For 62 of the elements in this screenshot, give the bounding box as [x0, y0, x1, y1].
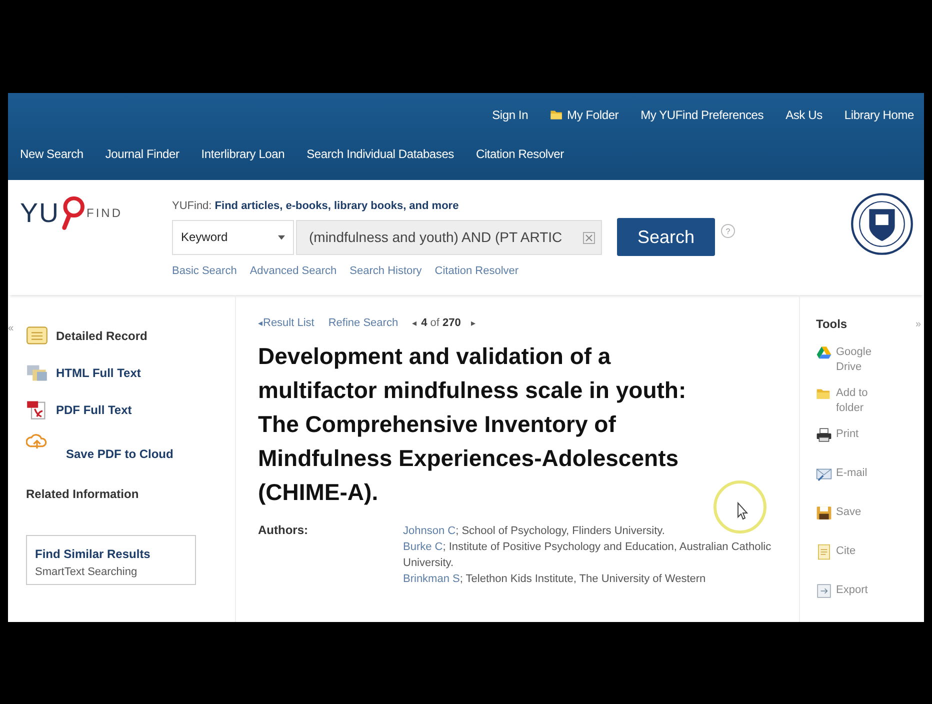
logo-text: YU	[20, 197, 60, 230]
tool-link[interactable]: Cite	[836, 544, 886, 559]
search-link[interactable]: Search History	[350, 265, 422, 277]
tool-link[interactable]: E-mail	[836, 466, 886, 481]
tool-link[interactable]: Add to folder	[836, 386, 886, 416]
nav-link[interactable]: Ask Us	[786, 108, 822, 122]
caret-icon	[278, 234, 285, 240]
section-heading: Tools	[816, 317, 848, 331]
sidebar-link[interactable]: HTML Full Text	[56, 366, 141, 380]
refine-search-link[interactable]: Refine Search	[328, 317, 398, 329]
sidebar-link[interactable]: PDF Full Text	[56, 402, 132, 416]
search-link[interactable]: Advanced Search	[250, 265, 337, 277]
search-button[interactable]: Search	[617, 218, 715, 256]
panel-title: Find Similar Results	[35, 547, 152, 561]
magnifier-icon	[60, 194, 86, 232]
panel-link[interactable]: SmartText Searching	[35, 566, 185, 578]
document-icon	[26, 324, 48, 346]
section-heading: Related Information	[26, 487, 140, 501]
field-type-dropdown[interactable]: Keyword	[172, 220, 294, 254]
author-link[interactable]: Brinkman S	[403, 573, 460, 585]
result-list-link[interactable]: ◂Result List	[258, 317, 314, 329]
nav-link[interactable]: Search Individual Databases	[306, 146, 454, 160]
author-entry: Burke C; Institute of Positive Psychology and Education, Australian Catholic University.	[403, 540, 772, 571]
tool-link[interactable]: Google Drive	[836, 345, 886, 375]
folder-icon	[550, 108, 564, 122]
folder-icon	[816, 386, 832, 402]
pdf-icon	[26, 398, 48, 420]
export-icon	[816, 583, 832, 599]
field-label: Authors:	[258, 523, 309, 539]
nav-link[interactable]: New Search	[20, 146, 84, 160]
tool-link[interactable]: Save	[836, 505, 886, 520]
author-link[interactable]: Johnson C	[403, 525, 456, 537]
author-entry: Brinkman S; Telethon Kids Institute, The University of Western	[403, 572, 707, 587]
author-entry: Johnson C; School of Psychology, Flinders University.	[403, 524, 666, 539]
logo-text: FIND	[86, 205, 123, 222]
previous-button[interactable]: ◂	[412, 318, 418, 328]
document-icon	[816, 544, 832, 560]
nav-link[interactable]: Library Home	[844, 108, 914, 122]
nav-link[interactable]: Journal Finder	[105, 146, 180, 160]
nav-link[interactable]: Interlibrary Loan	[201, 146, 285, 160]
shield-crest-icon	[850, 192, 914, 256]
envelope-icon	[816, 466, 832, 482]
record-position: 4 of 270	[421, 317, 461, 329]
nav-link[interactable]: Citation Resolver	[476, 146, 564, 160]
tool-link[interactable]: Export	[836, 583, 886, 598]
search-link[interactable]: Citation Resolver	[434, 265, 519, 277]
clear-icon[interactable]	[583, 232, 595, 244]
tagline: YUFind: Find articles, e-books, library books, and more	[172, 200, 460, 212]
tool-link[interactable]: Print	[836, 427, 886, 442]
sidebar-link[interactable]: Save PDF to Cloud	[66, 446, 174, 460]
nav-link[interactable]: Sign In	[492, 108, 528, 122]
search-link[interactable]: Basic Search	[172, 265, 237, 277]
cursor-highlight-icon	[712, 479, 768, 535]
printer-icon	[816, 427, 832, 443]
search-field[interactable]: (mindfulness and youth) AND (PT ARTIC	[296, 220, 602, 254]
record-title: Development and validation of a multifactor mindfulness scale in youth: The Comprehensive Inventory of Mindfulness Experiences-Adolescents (CHIME-A).	[258, 342, 688, 507]
drive-icon	[816, 345, 832, 361]
nav-link[interactable]: My Folder	[550, 108, 619, 122]
next-button[interactable]: ▸	[470, 318, 476, 328]
nav-link[interactable]: My YUFind Preferences	[640, 108, 764, 122]
author-link[interactable]: Burke C	[403, 541, 443, 553]
sidebar-link[interactable]: Detailed Record	[56, 328, 148, 342]
